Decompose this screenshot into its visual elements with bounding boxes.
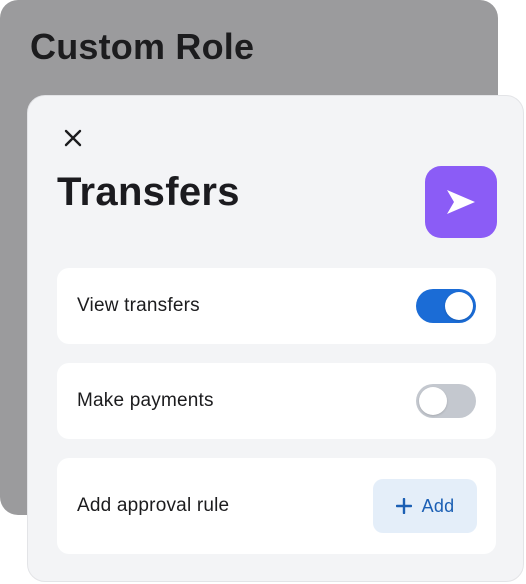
add-button-label: Add	[421, 495, 455, 516]
row-label-make-payments: Make payments	[77, 390, 214, 411]
toggle-knob	[419, 387, 447, 415]
row-label-add-approval-rule: Add approval rule	[77, 495, 230, 516]
plus-icon	[395, 498, 412, 514]
add-approval-rule-button[interactable]: Add	[373, 479, 477, 533]
close-button[interactable]	[58, 123, 88, 153]
send-icon	[447, 190, 475, 214]
row-label-view-transfers: View transfers	[77, 295, 200, 316]
background-card-title: Custom Role	[30, 26, 255, 67]
transfers-app-icon	[425, 166, 497, 238]
stage: Custom Role Transfers View transfers Mak…	[0, 0, 526, 584]
make-payments-toggle[interactable]	[416, 384, 476, 418]
row-view-transfers: View transfers	[57, 268, 496, 344]
row-make-payments: Make payments	[57, 363, 496, 439]
view-transfers-toggle[interactable]	[416, 289, 476, 323]
transfers-modal: Transfers View transfers Make payments A…	[27, 95, 524, 582]
close-icon	[64, 129, 82, 147]
row-add-approval-rule: Add approval rule Add	[57, 458, 496, 554]
toggle-knob	[445, 292, 473, 320]
modal-title: Transfers	[57, 170, 240, 214]
